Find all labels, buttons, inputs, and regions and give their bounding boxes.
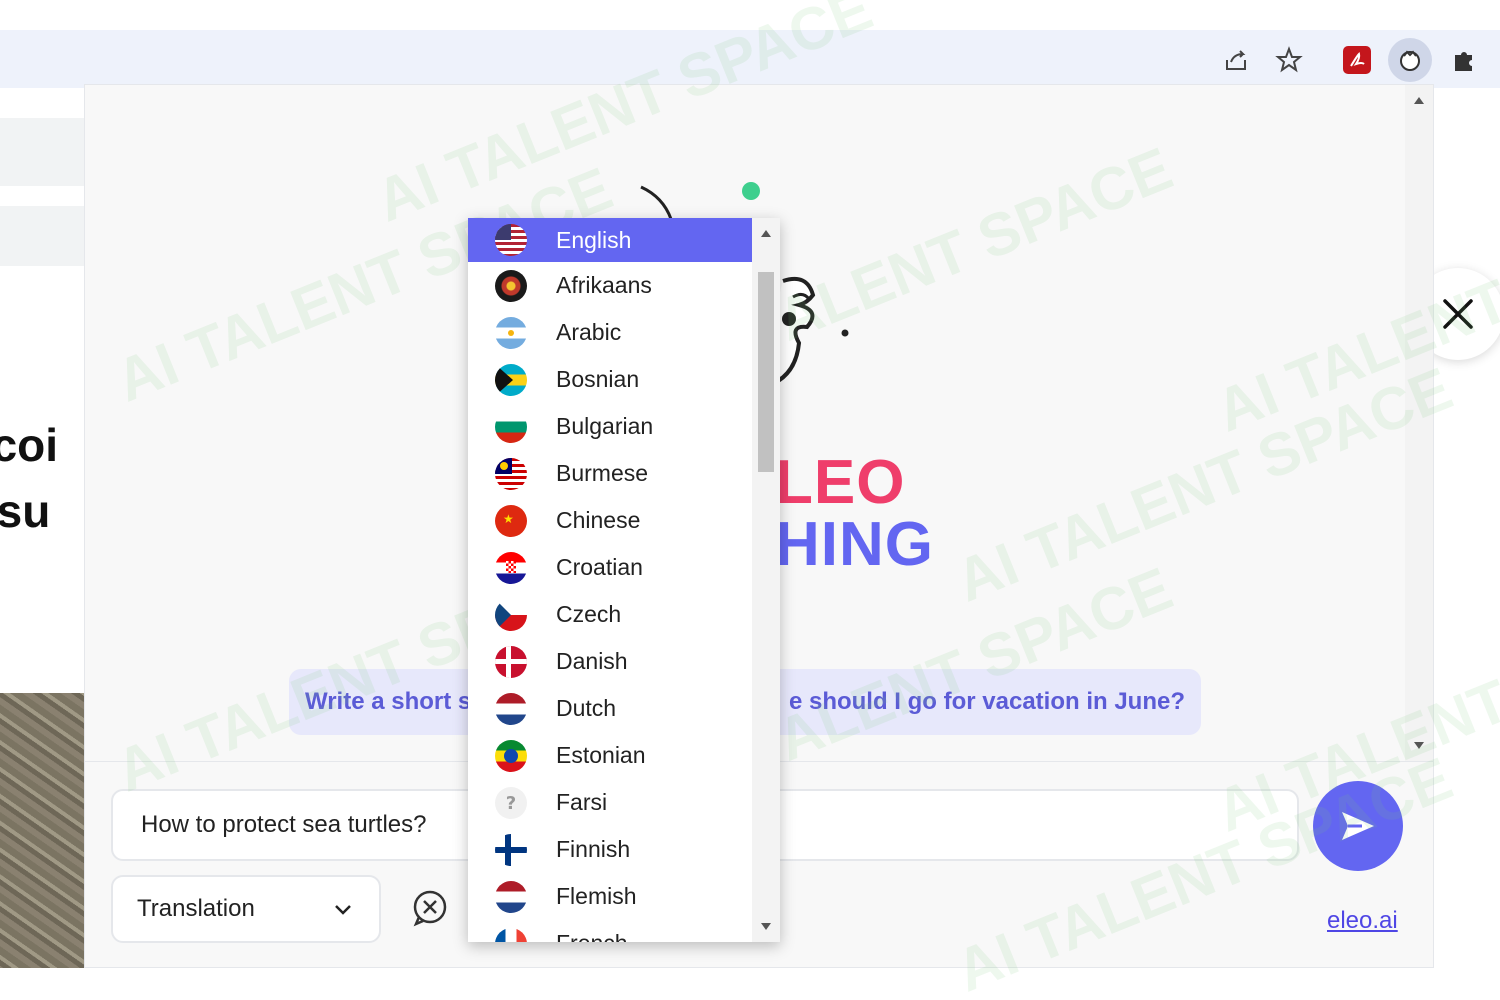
hr-flag-icon	[495, 552, 527, 584]
language-option-arabic[interactable]: Arabic	[468, 309, 752, 356]
underlying-page-right	[1434, 88, 1500, 968]
language-option-label: Dutch	[556, 695, 617, 721]
share-icon[interactable]	[1220, 44, 1252, 76]
language-option-afrikaans[interactable]: Afrikaans	[468, 262, 752, 309]
language-option-finnish[interactable]: Finnish	[468, 826, 752, 873]
bg-flag-icon	[495, 411, 527, 443]
bs-flag-icon	[495, 364, 527, 396]
language-option-croatian[interactable]: Croatian	[468, 544, 752, 591]
underlying-heading-line2: r su	[0, 485, 51, 537]
language-option-burmese[interactable]: Burmese	[468, 450, 752, 497]
language-option-label: English	[556, 226, 632, 253]
eleo-extension-icon[interactable]	[1388, 38, 1432, 82]
underlying-heading-line1: ecoi	[0, 419, 59, 471]
language-option-danish[interactable]: Danish	[468, 638, 752, 685]
underlying-page-left: ecoi r su	[0, 88, 84, 968]
language-option-czech[interactable]: Czech	[468, 591, 752, 638]
bookmark-star-icon[interactable]	[1273, 44, 1305, 76]
underlying-nav-bar	[0, 118, 84, 186]
logo-text-line2: HING	[775, 510, 934, 579]
cz-flag-icon	[495, 599, 527, 631]
clear-button[interactable]	[411, 889, 449, 927]
language-option-dutch[interactable]: Dutch	[468, 685, 752, 732]
language-option-farsi[interactable]: ? Farsi	[468, 779, 752, 826]
language-option-chinese[interactable]: ★ Chinese	[468, 497, 752, 544]
language-option-bulgarian[interactable]: Bulgarian	[468, 403, 752, 450]
chevron-down-icon	[335, 905, 351, 915]
panel-scrollbar[interactable]	[1405, 85, 1433, 761]
suggestion-chip-2[interactable]: e should I go for vacation in June?	[765, 669, 1201, 735]
language-option-label: Czech	[556, 601, 622, 627]
dropdown-scrollbar[interactable]	[752, 218, 780, 942]
language-option-label: Croatian	[556, 554, 643, 580]
fi-flag-icon	[495, 834, 527, 866]
extensions-puzzle-icon[interactable]	[1448, 44, 1480, 76]
language-option-label: Arabic	[556, 319, 622, 345]
language-option-label: Bosnian	[556, 366, 640, 392]
screen: ecoi r su LEO HING Write a short s e sho…	[0, 0, 1500, 1000]
language-option-label: French	[556, 930, 628, 942]
language-option-flemish[interactable]: Flemish	[468, 873, 752, 920]
za-flag-icon	[495, 270, 527, 302]
language-option-label: Finnish	[556, 836, 631, 862]
ar-flag-icon	[495, 317, 527, 349]
language-option-label: Estonian	[556, 742, 646, 768]
language-option-french[interactable]: French	[468, 920, 752, 942]
clear-chat-icon	[413, 890, 447, 927]
close-icon	[1443, 299, 1473, 329]
language-option-estonian[interactable]: Estonian	[468, 732, 752, 779]
mode-select-value: Translation	[137, 895, 255, 922]
fr-flag-icon	[495, 928, 527, 942]
scroll-up-arrow-icon[interactable]	[761, 230, 771, 237]
eleo-link[interactable]: eleo.ai	[1327, 907, 1398, 935]
us-flag-icon	[495, 224, 527, 256]
language-option-label: Danish	[556, 648, 628, 674]
suggestion-chip-1[interactable]: Write a short s	[289, 669, 489, 735]
logo-text-line1: LEO	[775, 448, 906, 517]
cn-flag-icon: ★	[495, 505, 527, 537]
scroll-down-arrow-icon[interactable]	[761, 923, 771, 930]
language-option-label: Chinese	[556, 507, 641, 533]
nl-flag-icon	[495, 693, 527, 725]
pdf-extension-icon[interactable]	[1343, 46, 1371, 74]
send-button[interactable]	[1313, 781, 1403, 871]
language-option-label: Burmese	[556, 460, 649, 486]
underlying-photo	[0, 693, 84, 968]
language-option-english[interactable]: English	[468, 218, 752, 262]
language-dropdown[interactable]: English Afrikaans Arabic Bosnian Bulgari…	[468, 218, 780, 942]
language-option-label: Farsi	[556, 789, 608, 815]
language-list: English Afrikaans Arabic Bosnian Bulgari…	[468, 218, 752, 942]
mode-select[interactable]: Translation	[111, 875, 381, 943]
language-option-label: Afrikaans	[556, 272, 652, 298]
my-flag-icon	[495, 458, 527, 490]
underlying-search-bar	[0, 206, 84, 266]
send-icon	[1342, 812, 1374, 840]
dk-flag-icon	[495, 646, 527, 678]
language-option-label: Bulgarian	[556, 413, 654, 439]
ee-flag-icon	[495, 740, 527, 772]
language-option-label: Flemish	[556, 883, 637, 909]
unknown-flag-icon: ?	[495, 787, 527, 819]
scrollbar-thumb[interactable]	[758, 272, 774, 472]
be-flag-icon	[495, 881, 527, 913]
language-option-bosnian[interactable]: Bosnian	[468, 356, 752, 403]
